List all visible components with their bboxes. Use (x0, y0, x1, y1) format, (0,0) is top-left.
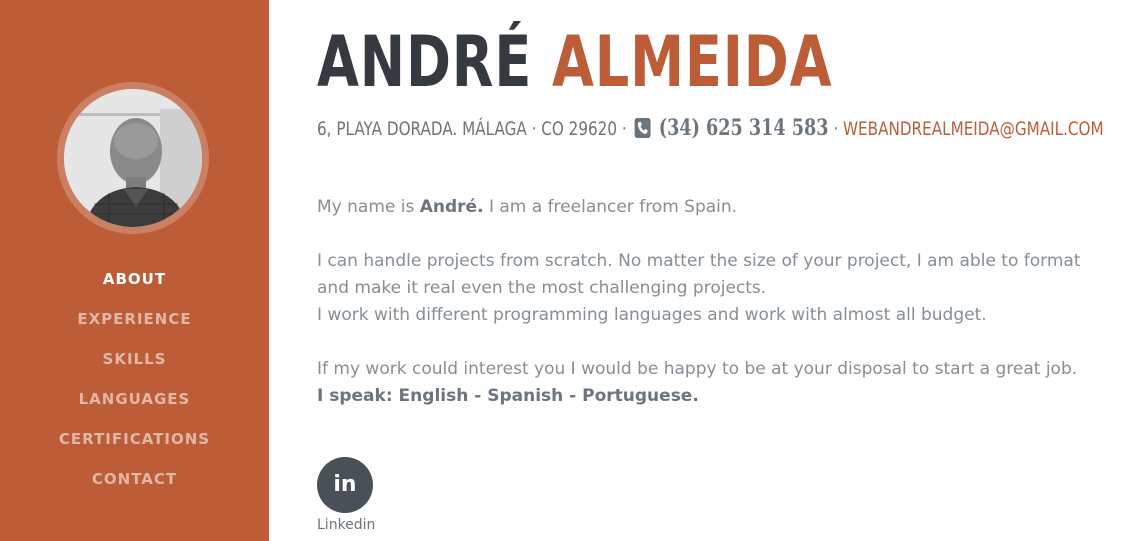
avatar-ring (57, 82, 209, 234)
bio-paragraph-interest: If my work could interest you I would be… (317, 359, 1078, 379)
contact-separator: · (833, 118, 839, 140)
linkedin-icon: in (333, 472, 357, 497)
bio-paragraph-projects: I can handle projects from scratch. No m… (317, 251, 1081, 298)
bio-intro-suffix: I am a freelancer from Spain. (483, 197, 738, 217)
contact-line: 6, PLAYA DORADA. MÁLAGA · CO 29620 · (34… (317, 114, 1104, 143)
sidebar-item-about-link[interactable]: ABOUT (103, 270, 166, 288)
main-content: ANDRÉ ALMEIDA 6, PLAYA DORADA. MÁLAGA · … (317, 0, 1117, 541)
bio-speak-text: I speak: English - Spanish - Portuguese. (317, 386, 699, 406)
sidebar-item-contact-link[interactable]: CONTACT (92, 470, 177, 488)
bio-paragraph-speak: I speak: English - Spanish - Portuguese. (317, 383, 1107, 410)
sidebar-item-contact[interactable]: CONTACT (0, 459, 269, 499)
sidebar-item-skills-link[interactable]: SKILLS (103, 350, 167, 368)
bio-paragraph-languages: I work with different programming langua… (317, 305, 987, 325)
sidebar-item-experience-link[interactable]: EXPERIENCE (77, 310, 191, 328)
bio-intro-name: André. (419, 197, 484, 217)
social-links: in Linkedin (317, 457, 387, 535)
sidebar-item-certifications-link[interactable]: CERTIFICATIONS (59, 430, 210, 448)
avatar (64, 89, 202, 227)
email-link[interactable]: WEBANDREALMEIDA@GMAIL.COM (843, 118, 1104, 140)
address: 6, PLAYA DORADA. MÁLAGA · CO 29620 · (317, 118, 627, 140)
linkedin-button[interactable]: in (317, 457, 373, 513)
bio-intro-prefix: My name is (317, 197, 420, 217)
last-name: ALMEIDA (551, 21, 833, 103)
phone-number[interactable]: (34) 625 314 583 (659, 115, 829, 141)
phone-square-icon (634, 118, 651, 138)
sidebar-item-experience[interactable]: EXPERIENCE (0, 299, 269, 339)
bio: My name is André. I am a freelancer from… (317, 194, 1107, 410)
sidebar: ABOUT EXPERIENCE SKILLS LANGUAGES CERTIF… (0, 0, 269, 541)
sidebar-nav: ABOUT EXPERIENCE SKILLS LANGUAGES CERTIF… (0, 259, 269, 499)
sidebar-item-languages[interactable]: LANGUAGES (0, 379, 269, 419)
sidebar-item-certifications[interactable]: CERTIFICATIONS (0, 419, 269, 459)
sidebar-item-about[interactable]: ABOUT (0, 259, 269, 299)
page-title: ANDRÉ ALMEIDA (317, 22, 832, 102)
linkedin-label: Linkedin (317, 517, 376, 533)
sidebar-item-skills[interactable]: SKILLS (0, 339, 269, 379)
bio-intro: My name is André. I am a freelancer from… (317, 194, 1107, 221)
avatar-photo (64, 89, 202, 227)
sidebar-item-languages-link[interactable]: LANGUAGES (79, 390, 191, 408)
first-name: ANDRÉ (317, 21, 533, 103)
